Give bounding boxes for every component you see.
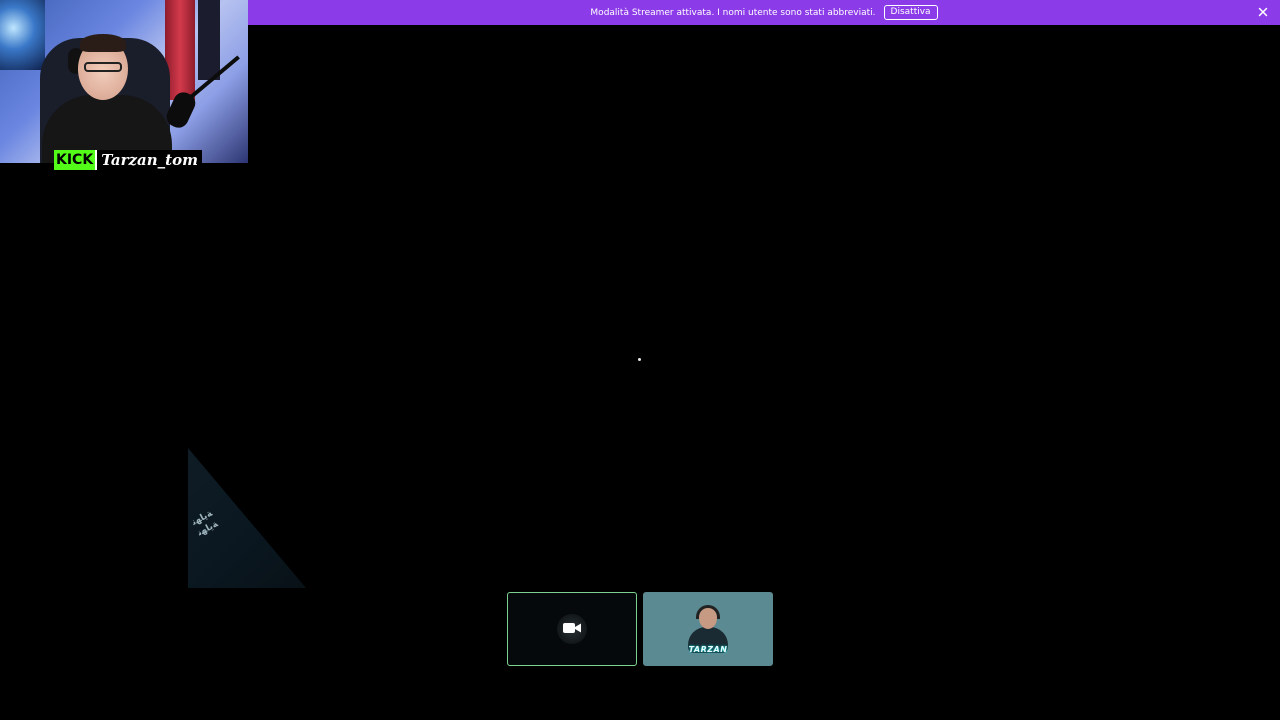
avatar-headphones [696,605,720,619]
avatar-label: TARZAN [688,645,728,654]
faded-overlay-graphic: ﺔﻳﺎﻬﻧ ﺔﻳﺎﻬﻧ [188,448,306,588]
webcam-poster [198,0,220,80]
webcam-wall-art [0,0,45,70]
participant-tiles: TARZAN [507,592,773,666]
screen-share-cursor-dot [638,358,641,361]
streamer-mode-banner: Modalità Streamer attivata. I nomi utent… [248,0,1280,25]
streamer-name: Tarzan_tom [101,151,198,169]
participant-tile-avatar[interactable]: TARZAN [643,592,773,666]
streamer-mode-message: Modalità Streamer attivata. I nomi utent… [590,7,876,18]
streamer-webcam [0,0,248,163]
close-icon[interactable] [1256,5,1270,19]
participant-tile-camera[interactable] [507,592,637,666]
platform-badge: KICK [54,150,98,170]
disable-streamer-mode-button[interactable]: Disattiva [883,5,938,20]
webcam-glasses [84,62,122,72]
call-stage: Modalità Streamer attivata. I nomi utent… [0,0,1280,720]
participant-avatar: TARZAN [686,601,730,657]
camera-disc [557,614,587,644]
video-camera-icon [562,620,582,639]
streamer-name-tag: KICK Tarzan_tom [54,150,202,170]
webcam-streamer-hair [80,34,126,52]
